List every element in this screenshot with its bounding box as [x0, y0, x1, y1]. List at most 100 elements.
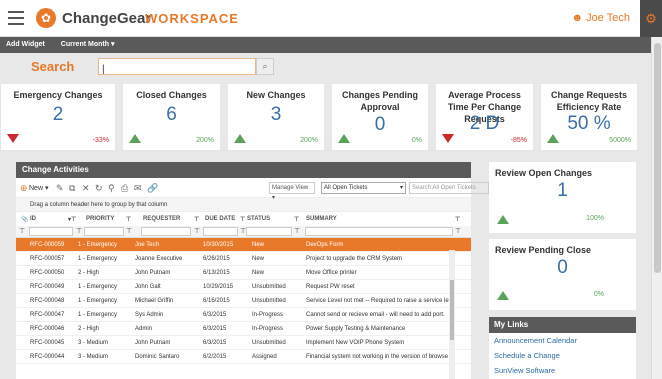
filter-icon[interactable]: ⊤: [194, 227, 200, 235]
gear-icon[interactable]: ⚙: [640, 0, 662, 37]
up-arrow-icon: [129, 134, 141, 143]
cell-summary: Cannot send or recieve email - will need…: [306, 312, 445, 318]
table-row[interactable]: RFC-000059 1 - Emergency Joe Tech 10/30/201…: [16, 238, 471, 252]
manage-view-dropdown[interactable]: Manage View ▾: [269, 182, 315, 201]
review-pending-close-widget[interactable]: Review Pending Close 0 0%: [489, 239, 636, 310]
cell-priority: 2 - High: [78, 270, 100, 276]
priority-filter-input[interactable]: [84, 227, 124, 236]
table-row[interactable]: RFC-000047 1 - Emergency Sys Admin 6/3/2015…: [16, 308, 471, 322]
summary-filter-input[interactable]: [305, 227, 453, 236]
kpi-avg-process-time[interactable]: Average Process Time Per Change Requests…: [435, 83, 534, 151]
search-tickets-input[interactable]: Search All Open Tickets: [409, 182, 489, 194]
cell-id: RFC-000049: [30, 284, 65, 290]
filter-icon[interactable]: ⊤: [19, 227, 25, 235]
cell-status: New: [252, 270, 265, 276]
add-icon[interactable]: ⊕: [20, 183, 28, 194]
cell-id: RFC-000045: [30, 340, 65, 346]
new-button[interactable]: New ▾: [29, 184, 48, 192]
cell-summary: Project to upgrade the CRM System: [306, 256, 403, 262]
brand-name: ChangeGear: [62, 10, 152, 27]
cell-due-date: 6/3/2015: [203, 312, 227, 318]
close-icon[interactable]: ✕: [82, 183, 90, 194]
cell-id: RFC-000057: [30, 256, 65, 262]
link-sunview-software[interactable]: SunView Software: [489, 363, 636, 378]
menu-icon[interactable]: [8, 11, 24, 25]
status-filter-input[interactable]: [246, 227, 292, 236]
filter-icon[interactable]: ⊤: [126, 216, 131, 223]
widget-percent: 0%: [593, 291, 604, 298]
my-links-panel: My Links Announcement Calendar Schedule …: [489, 317, 636, 379]
cell-status: In-Progress: [252, 326, 284, 332]
down-arrow-icon: [442, 134, 454, 143]
due-date-filter-input[interactable]: [203, 227, 238, 236]
kpi-percent: -85%: [510, 137, 527, 144]
column-id[interactable]: ID: [30, 216, 36, 222]
column-due-date[interactable]: DUE DATE: [205, 216, 235, 222]
copy-icon[interactable]: ⧉: [69, 183, 75, 194]
sort-filter-icon[interactable]: ▾⊤: [68, 216, 76, 223]
filter-icon[interactable]: ⊤: [76, 227, 82, 235]
link-icon[interactable]: 🔗: [147, 183, 158, 194]
kpi-percent: 200%: [196, 137, 214, 144]
filter-icon[interactable]: ⊤: [294, 216, 299, 223]
table-row[interactable]: RFC-000046 2 - High Admin 6/3/2015 In-Progre…: [16, 322, 471, 336]
scrollbar-thumb[interactable]: [450, 280, 454, 340]
table-row[interactable]: RFC-000045 3 - Medium John Putnam 6/3/2015 U…: [16, 336, 471, 350]
page-scrollbar[interactable]: [651, 37, 662, 379]
search-icon[interactable]: ⌕: [256, 58, 274, 75]
filter-icon[interactable]: ⊤: [194, 216, 199, 223]
kpi-new-changes[interactable]: New Changes 3 200%: [227, 83, 325, 151]
email-icon[interactable]: ✉: [134, 183, 142, 194]
print-icon[interactable]: ⎙: [121, 183, 128, 194]
table-row[interactable]: RFC-000057 1 - Emergency Joanne Executive 6…: [16, 252, 471, 266]
search-input-value: |: [102, 64, 105, 75]
cell-status: Unsubmitted: [252, 298, 286, 304]
column-requester[interactable]: REQUESTER: [143, 216, 180, 222]
filter-icon[interactable]: ⊤: [126, 227, 132, 235]
table-row[interactable]: RFC-000049 1 - Emergency John Galt 10/29/20…: [16, 280, 471, 294]
cell-status: New: [252, 242, 265, 248]
column-status[interactable]: STATUS: [247, 216, 270, 222]
cell-priority: 1 - Emergency: [78, 284, 118, 290]
search-icon[interactable]: ⚲: [108, 183, 115, 194]
table-row[interactable]: RFC-000044 3 - Medium Dominic Santaro 6/2/2…: [16, 350, 471, 364]
panel-title: Change Activities: [16, 162, 471, 178]
filter-icon[interactable]: ⊤: [240, 216, 245, 223]
group-by-hint: Drag a column header here to group by th…: [16, 198, 471, 212]
review-open-changes-widget[interactable]: Review Open Changes 1 100%: [489, 162, 636, 233]
cell-summary: Service Level not met -- Required to rai…: [306, 298, 452, 304]
refresh-icon[interactable]: ↻: [95, 183, 103, 194]
kpi-pending-approval[interactable]: Changes Pending Approval 0 0%: [331, 83, 429, 151]
kpi-value: 50 %: [567, 113, 611, 134]
link-announcement-calendar[interactable]: Announcement Calendar: [489, 333, 636, 348]
column-priority[interactable]: PRIORITY: [86, 216, 114, 222]
cell-summary: Implement New VOIP Phone System: [306, 340, 405, 346]
kpi-title: Changes Pending Approval: [341, 90, 418, 112]
table-row[interactable]: RFC-000050 2 - High John Putnam 6/13/2015 Ne…: [16, 266, 471, 280]
requester-filter-input[interactable]: [141, 227, 191, 236]
kpi-efficiency-rate[interactable]: Change Requests Efficiency Rate 50 % 500…: [540, 83, 638, 151]
link-schedule-change[interactable]: Schedule a Change: [489, 348, 636, 363]
view-filter-select[interactable]: All Open Tickets ▾: [321, 182, 406, 194]
kpi-closed-changes[interactable]: Closed Changes 6 200%: [122, 83, 221, 151]
filter-icon[interactable]: ⊤: [455, 227, 461, 235]
column-summary[interactable]: SUMMARY: [306, 216, 337, 222]
user-menu[interactable]: ☻ Joe Tech: [572, 12, 630, 24]
kpi-percent: -33%: [92, 137, 109, 144]
cell-due-date: 6/16/2015: [203, 298, 230, 304]
cell-priority: 1 - Emergency: [78, 298, 118, 304]
kpi-emergency-changes[interactable]: Emergency Changes 2 -33%: [0, 83, 116, 151]
cell-priority: 2 - High: [78, 326, 100, 332]
grid-scrollbar[interactable]: [449, 250, 455, 379]
view-filter-value: All Open Tickets: [324, 185, 368, 191]
table-row[interactable]: RFC-000048 1 - Emergency Michael Griffin 6/…: [16, 294, 471, 308]
cell-due-date: 6/3/2015: [203, 340, 227, 346]
scrollbar-thumb[interactable]: [654, 43, 661, 273]
filter-icon[interactable]: ⊤: [294, 227, 300, 235]
filter-icon[interactable]: ⊤: [455, 216, 460, 223]
current-month-dropdown[interactable]: Current Month ▾: [61, 41, 115, 48]
id-filter-input[interactable]: [29, 227, 73, 236]
search-input[interactable]: |: [98, 58, 256, 75]
add-widget-button[interactable]: Add Widget: [6, 41, 45, 48]
edit-icon[interactable]: ✎: [56, 183, 64, 194]
